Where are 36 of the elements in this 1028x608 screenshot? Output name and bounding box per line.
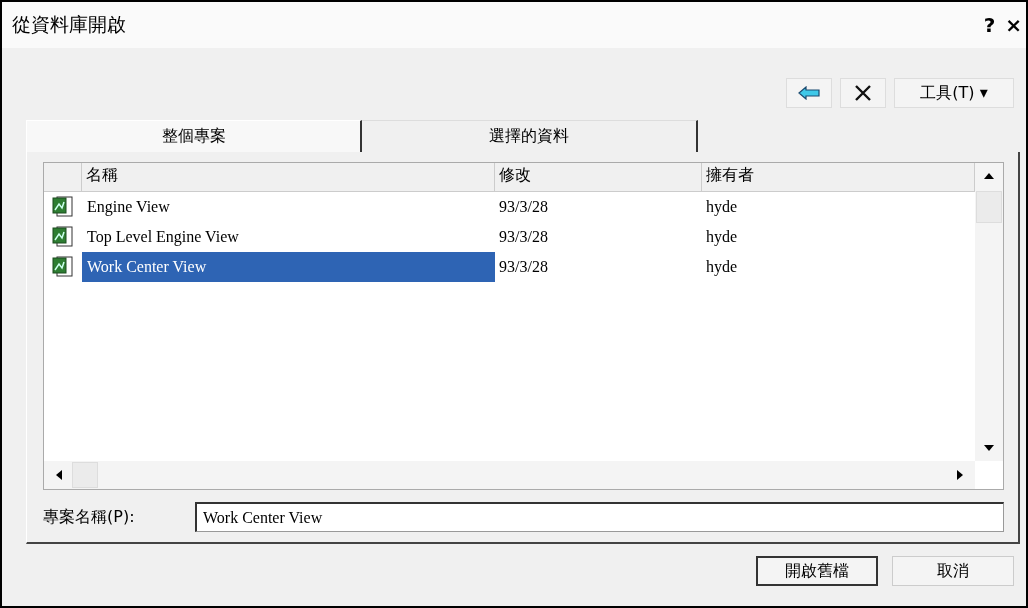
document-icon (52, 256, 74, 278)
scroll-thumb[interactable] (976, 191, 1002, 223)
table-cell-text: hyde (705, 228, 739, 246)
dialog-button[interactable]: 取消 (892, 556, 1014, 586)
scroll-thumb[interactable] (72, 462, 98, 488)
table-cell-text: 93/3/28 (498, 228, 549, 246)
window-title: 從資料庫開啟 (12, 12, 127, 37)
down-arrow-icon[interactable] (984, 445, 994, 451)
tools-menu-button[interactable]: 工具(T) ▾ (894, 78, 1014, 108)
right-arrow-icon[interactable] (957, 470, 963, 480)
table-cell-text: 93/3/28 (498, 198, 549, 216)
back-arrow-icon (798, 86, 820, 100)
table-cell-text: hyde (705, 258, 739, 276)
table-cell[interactable]: Work Center View (82, 252, 495, 282)
tab[interactable]: 整個專案 (26, 120, 362, 152)
dialog-button[interactable]: 開啟舊檔 (756, 556, 878, 586)
horizontal-scrollbar[interactable] (44, 461, 975, 489)
column-header[interactable]: 名稱 (82, 163, 495, 191)
table-cell[interactable]: Engine View (82, 192, 495, 222)
left-arrow-icon[interactable] (56, 470, 62, 480)
tab[interactable]: 選擇的資料 (362, 120, 698, 152)
back-button[interactable] (786, 78, 832, 108)
project-name-field[interactable]: Work Center View (195, 502, 1004, 532)
document-icon (52, 196, 74, 218)
delete-button[interactable] (840, 78, 886, 108)
table-cell-text: hyde (705, 198, 739, 216)
column-header[interactable]: 修改 (495, 163, 702, 191)
table-cell[interactable]: Top Level Engine View (82, 222, 495, 252)
close-button[interactable]: × (1001, 13, 1026, 37)
close-icon (854, 84, 872, 102)
document-icon (52, 226, 74, 248)
up-arrow-icon[interactable] (984, 173, 994, 179)
help-button[interactable]: ? (979, 13, 1000, 37)
table-cell-text: 93/3/28 (498, 258, 549, 276)
field-label: 專案名稱(P): (43, 506, 136, 528)
vertical-scrollbar[interactable] (975, 163, 1003, 461)
